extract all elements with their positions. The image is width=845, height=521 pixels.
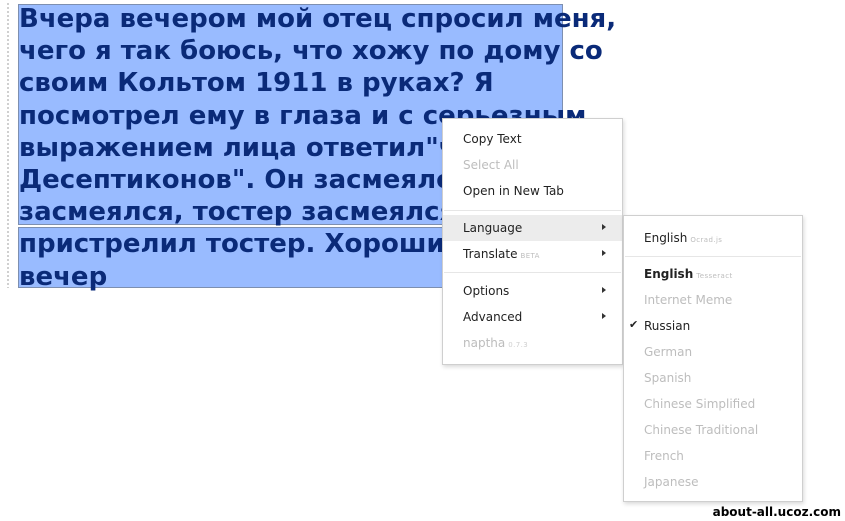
menu-separator — [625, 256, 801, 257]
language-item-spanish[interactable]: Spanish — [624, 365, 802, 391]
menu-item-label: Advanced — [463, 310, 523, 324]
menu-item-label: Translate — [463, 247, 518, 261]
language-label: German — [644, 345, 693, 359]
language-item-english-tesseract[interactable]: English Tesseract — [624, 261, 802, 287]
menu-item-label: Open in New Tab — [463, 184, 564, 198]
language-label: English — [644, 231, 688, 245]
checkmark-icon: ✔ — [629, 318, 639, 331]
language-label: Chinese Traditional — [644, 423, 759, 437]
menu-item-naptha-version: naptha 0.7.3 — [443, 330, 622, 356]
language-label: Japanese — [644, 475, 699, 489]
menu-separator — [444, 272, 621, 273]
language-submenu: English Ocrad.js English Tesseract Interne… — [623, 215, 803, 502]
language-item-chinese-simplified[interactable]: Chinese Simplified — [624, 391, 802, 417]
ocr-engine-label: Tesseract — [696, 272, 733, 280]
language-item-german[interactable]: German — [624, 339, 802, 365]
menu-item-label: Select All — [463, 158, 519, 172]
menu-item-options[interactable]: Options — [443, 278, 622, 304]
language-label: English — [644, 267, 694, 281]
chevron-right-icon — [602, 250, 606, 256]
context-menu: Copy Text Select All Open in New Tab Lan… — [442, 118, 623, 365]
text-line: чего я так боюсь, что хожу по дому со — [19, 36, 603, 67]
language-label: Russian — [644, 319, 691, 333]
chevron-right-icon — [602, 224, 606, 230]
menu-item-advanced[interactable]: Advanced — [443, 304, 622, 330]
menu-item-open-in-new-tab[interactable]: Open in New Tab — [443, 178, 622, 204]
menu-item-select-all: Select All — [443, 152, 622, 178]
menu-item-copy-text[interactable]: Copy Text — [443, 126, 622, 152]
text-line: Вчера вечером мой отец спросил меня, — [19, 4, 617, 34]
menu-item-language[interactable]: Language — [443, 215, 622, 241]
menu-item-label: Copy Text — [463, 132, 522, 146]
site-watermark: about-all.ucoz.com — [712, 505, 841, 519]
language-label: Chinese Simplified — [644, 397, 756, 411]
selection-dotted-edge — [6, 2, 10, 288]
language-item-chinese-traditional[interactable]: Chinese Traditional — [624, 417, 802, 443]
menu-item-translate[interactable]: Translate BETA — [443, 241, 622, 267]
beta-badge: BETA — [520, 252, 540, 260]
language-item-french[interactable]: French — [624, 443, 802, 469]
menu-item-label: Options — [463, 284, 510, 298]
menu-item-label: Language — [463, 221, 523, 235]
language-item-russian[interactable]: ✔ Russian — [624, 313, 802, 339]
version-badge: 0.7.3 — [508, 341, 529, 349]
menu-separator — [444, 210, 621, 211]
language-item-english-ocrad[interactable]: English Ocrad.js — [624, 225, 802, 251]
menu-item-label: naptha — [463, 336, 506, 350]
language-label: Spanish — [644, 371, 692, 385]
chevron-right-icon — [602, 313, 606, 319]
language-label: Internet Meme — [644, 293, 733, 307]
language-item-japanese[interactable]: Japanese — [624, 469, 802, 495]
language-item-internet-meme[interactable]: Internet Meme — [624, 287, 802, 313]
chevron-right-icon — [602, 287, 606, 293]
ocr-engine-label: Ocrad.js — [690, 236, 723, 244]
language-label: French — [644, 449, 684, 463]
text-line: своим Кольтом 1911 в руках? Я — [19, 68, 494, 99]
